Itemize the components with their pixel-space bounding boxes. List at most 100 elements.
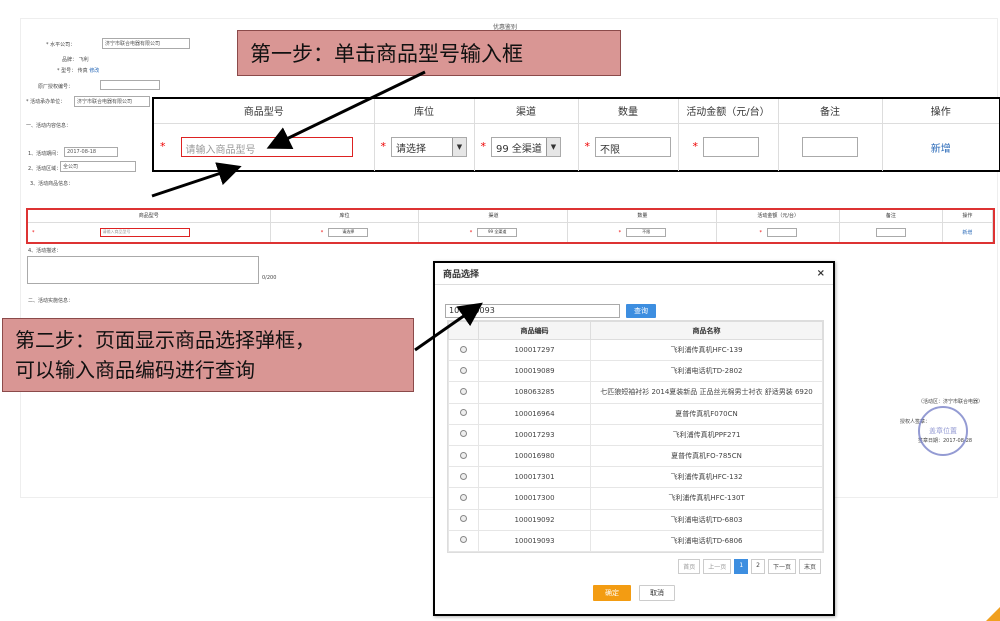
amount-input[interactable] [703, 137, 759, 158]
required-mark: * [692, 140, 699, 154]
product-code-search-input[interactable]: 100019093 [445, 303, 620, 318]
row-radio-cell [448, 360, 479, 383]
radio-button[interactable] [460, 472, 467, 480]
small-channel-select[interactable]: 99 全渠道 [477, 227, 518, 237]
page-next[interactable]: 下一页 [767, 559, 796, 574]
small-remark-input[interactable] [875, 227, 906, 237]
product-name-cell: 飞利浦传真机HFC-130T [590, 487, 823, 510]
form-line-company: * 水平公司： [46, 42, 76, 48]
table-row[interactable]: 100017300 飞利浦传真机HFC-130T [448, 487, 823, 510]
page-1[interactable]: 1 [734, 559, 749, 574]
area-select[interactable]: 全公司 [60, 161, 136, 172]
page-last[interactable]: 末页 [798, 559, 821, 574]
header-product-code: 商品编码 [478, 321, 591, 340]
chevron-down-icon: ▼ [452, 138, 466, 157]
header-amount: 活动金额（元/台） [678, 99, 779, 124]
modal-search-bar: 100019093 查询 [445, 300, 656, 319]
table-row[interactable]: 108063285 七匹狼短袖衬衫 2014夏装新品 正品丝光棉男士衬衣 舒适男装… [448, 381, 823, 404]
radio-button[interactable] [460, 366, 467, 374]
description-textarea[interactable] [27, 256, 259, 284]
product-code-cell: 100019089 [478, 360, 591, 383]
add-link[interactable]: 新增 [931, 144, 951, 155]
product-name-cell: 七匹狼短袖衬衫 2014夏装新品 正品丝光棉男士衬衣 舒适男装 6920 [590, 381, 823, 404]
radio-button[interactable] [460, 409, 467, 417]
cancel-button[interactable]: 取消 [639, 585, 675, 601]
row-radio-cell [448, 529, 479, 552]
auth-number-field[interactable] [100, 80, 160, 90]
location-select-value: 请选择 [396, 143, 426, 155]
row-radio-cell [448, 423, 479, 446]
product-select-modal: 商品选择 × 100019093 查询 商品编码 商品名称 100017297 飞利… [433, 261, 835, 616]
product-name-cell: 飞利浦传真机HFC-132 [590, 466, 823, 489]
radio-button[interactable] [460, 493, 467, 501]
corner-decoration [986, 607, 1000, 621]
table-row[interactable]: 100016980 夏普传真机FO-785CN [448, 444, 823, 468]
form-line-area: 2、活动区域： [28, 166, 62, 172]
small-header-quantity: 数量 [567, 210, 718, 223]
table-row[interactable]: 100019093 飞利浦电话机TD-6806 [448, 529, 823, 552]
product-code-cell: 100017297 [478, 338, 591, 362]
radio-button[interactable] [460, 387, 467, 395]
table-row[interactable]: 100017297 飞利浦传真机HFC-139 [448, 338, 823, 362]
channel-select-value: 99 全渠道 [496, 143, 542, 155]
product-name-cell: 飞利浦传真机PPF271 [590, 423, 823, 446]
small-add-link[interactable]: 新增 [962, 230, 972, 236]
product-code-cell: 100016980 [478, 444, 591, 468]
close-icon[interactable]: × [817, 268, 825, 279]
small-model-input[interactable]: 请输入商品型号 [99, 227, 190, 237]
product-name-cell: 飞利浦传真机HFC-139 [590, 338, 823, 362]
radio-button[interactable] [460, 515, 467, 523]
radio-button[interactable] [460, 430, 467, 438]
product-name-cell: 飞利浦电话机TD-6803 [590, 508, 823, 531]
product-code-cell: 100019093 [478, 529, 591, 552]
confirm-button[interactable]: 确定 [593, 585, 631, 601]
radio-button[interactable] [460, 451, 467, 459]
page-prev[interactable]: 上一页 [703, 559, 732, 574]
product-name-cell: 夏普传真机F070CN [590, 402, 823, 425]
chevron-down-icon: ▼ [546, 138, 560, 157]
product-code-cell: 100016964 [478, 402, 591, 425]
row-radio-cell [448, 487, 479, 510]
row-radio-cell [448, 444, 479, 468]
form-section-1: 一、活动内容信息： [26, 123, 72, 129]
form-line-desc: 4、活动描述： [28, 248, 62, 254]
small-amount-input[interactable] [766, 227, 797, 237]
small-header-action: 操作 [942, 210, 994, 223]
row-radio-cell [448, 381, 479, 404]
product-name-cell: 飞利浦电话机TD-2802 [590, 360, 823, 383]
row-radio-cell [448, 508, 479, 531]
table-row[interactable]: 100017301 飞利浦传真机HFC-132 [448, 466, 823, 489]
modal-title: 商品选择 [443, 270, 480, 280]
small-header-location: 库位 [270, 210, 420, 223]
required-mark: * [160, 140, 166, 154]
small-quantity-input[interactable]: 不限 [626, 227, 667, 237]
form-line-period: 1、活动期间： [28, 151, 62, 157]
period-start-field[interactable]: 2017-08-18 [64, 147, 118, 157]
model-input[interactable]: 请输入商品型号 [180, 137, 353, 158]
radio-button[interactable] [460, 536, 467, 544]
row-radio-cell [448, 402, 479, 425]
radio-button[interactable] [460, 345, 467, 353]
query-button[interactable]: 查询 [626, 303, 656, 318]
small-header-model: 商品型号 [28, 210, 271, 223]
company-field[interactable]: 济宁市联合电器有限公司 [102, 38, 190, 49]
product-code-cell: 100019092 [478, 508, 591, 531]
remark-input[interactable] [802, 137, 858, 158]
organizer-field[interactable]: 济宁市联合电器有限公司 [74, 96, 150, 107]
quantity-input[interactable]: 不限 [595, 137, 671, 158]
table-row[interactable]: 100019092 飞利浦电话机TD-6803 [448, 508, 823, 531]
form-line-brand: 品牌： 飞利 [62, 57, 89, 63]
channel-select[interactable]: 99 全渠道 ▼ [491, 137, 561, 158]
table-row[interactable]: 100019089 飞利浦电话机TD-2802 [448, 360, 823, 383]
location-select[interactable]: 请选择 ▼ [391, 137, 467, 158]
form-section-2: 二、活动实施信息： [28, 298, 74, 304]
required-mark: * [380, 140, 387, 154]
char-counter: 0/200 [262, 275, 277, 281]
page-first[interactable]: 首页 [678, 559, 701, 574]
form-line-goods: 3、活动商品信息： [30, 181, 74, 187]
page-2[interactable]: 2 [751, 559, 765, 574]
product-code-cell: 100017293 [478, 423, 591, 446]
table-row[interactable]: 100016964 夏普传真机F070CN [448, 402, 823, 425]
table-row[interactable]: 100017293 飞利浦传真机PPF271 [448, 423, 823, 446]
small-location-select[interactable]: 请选择 [328, 227, 369, 237]
